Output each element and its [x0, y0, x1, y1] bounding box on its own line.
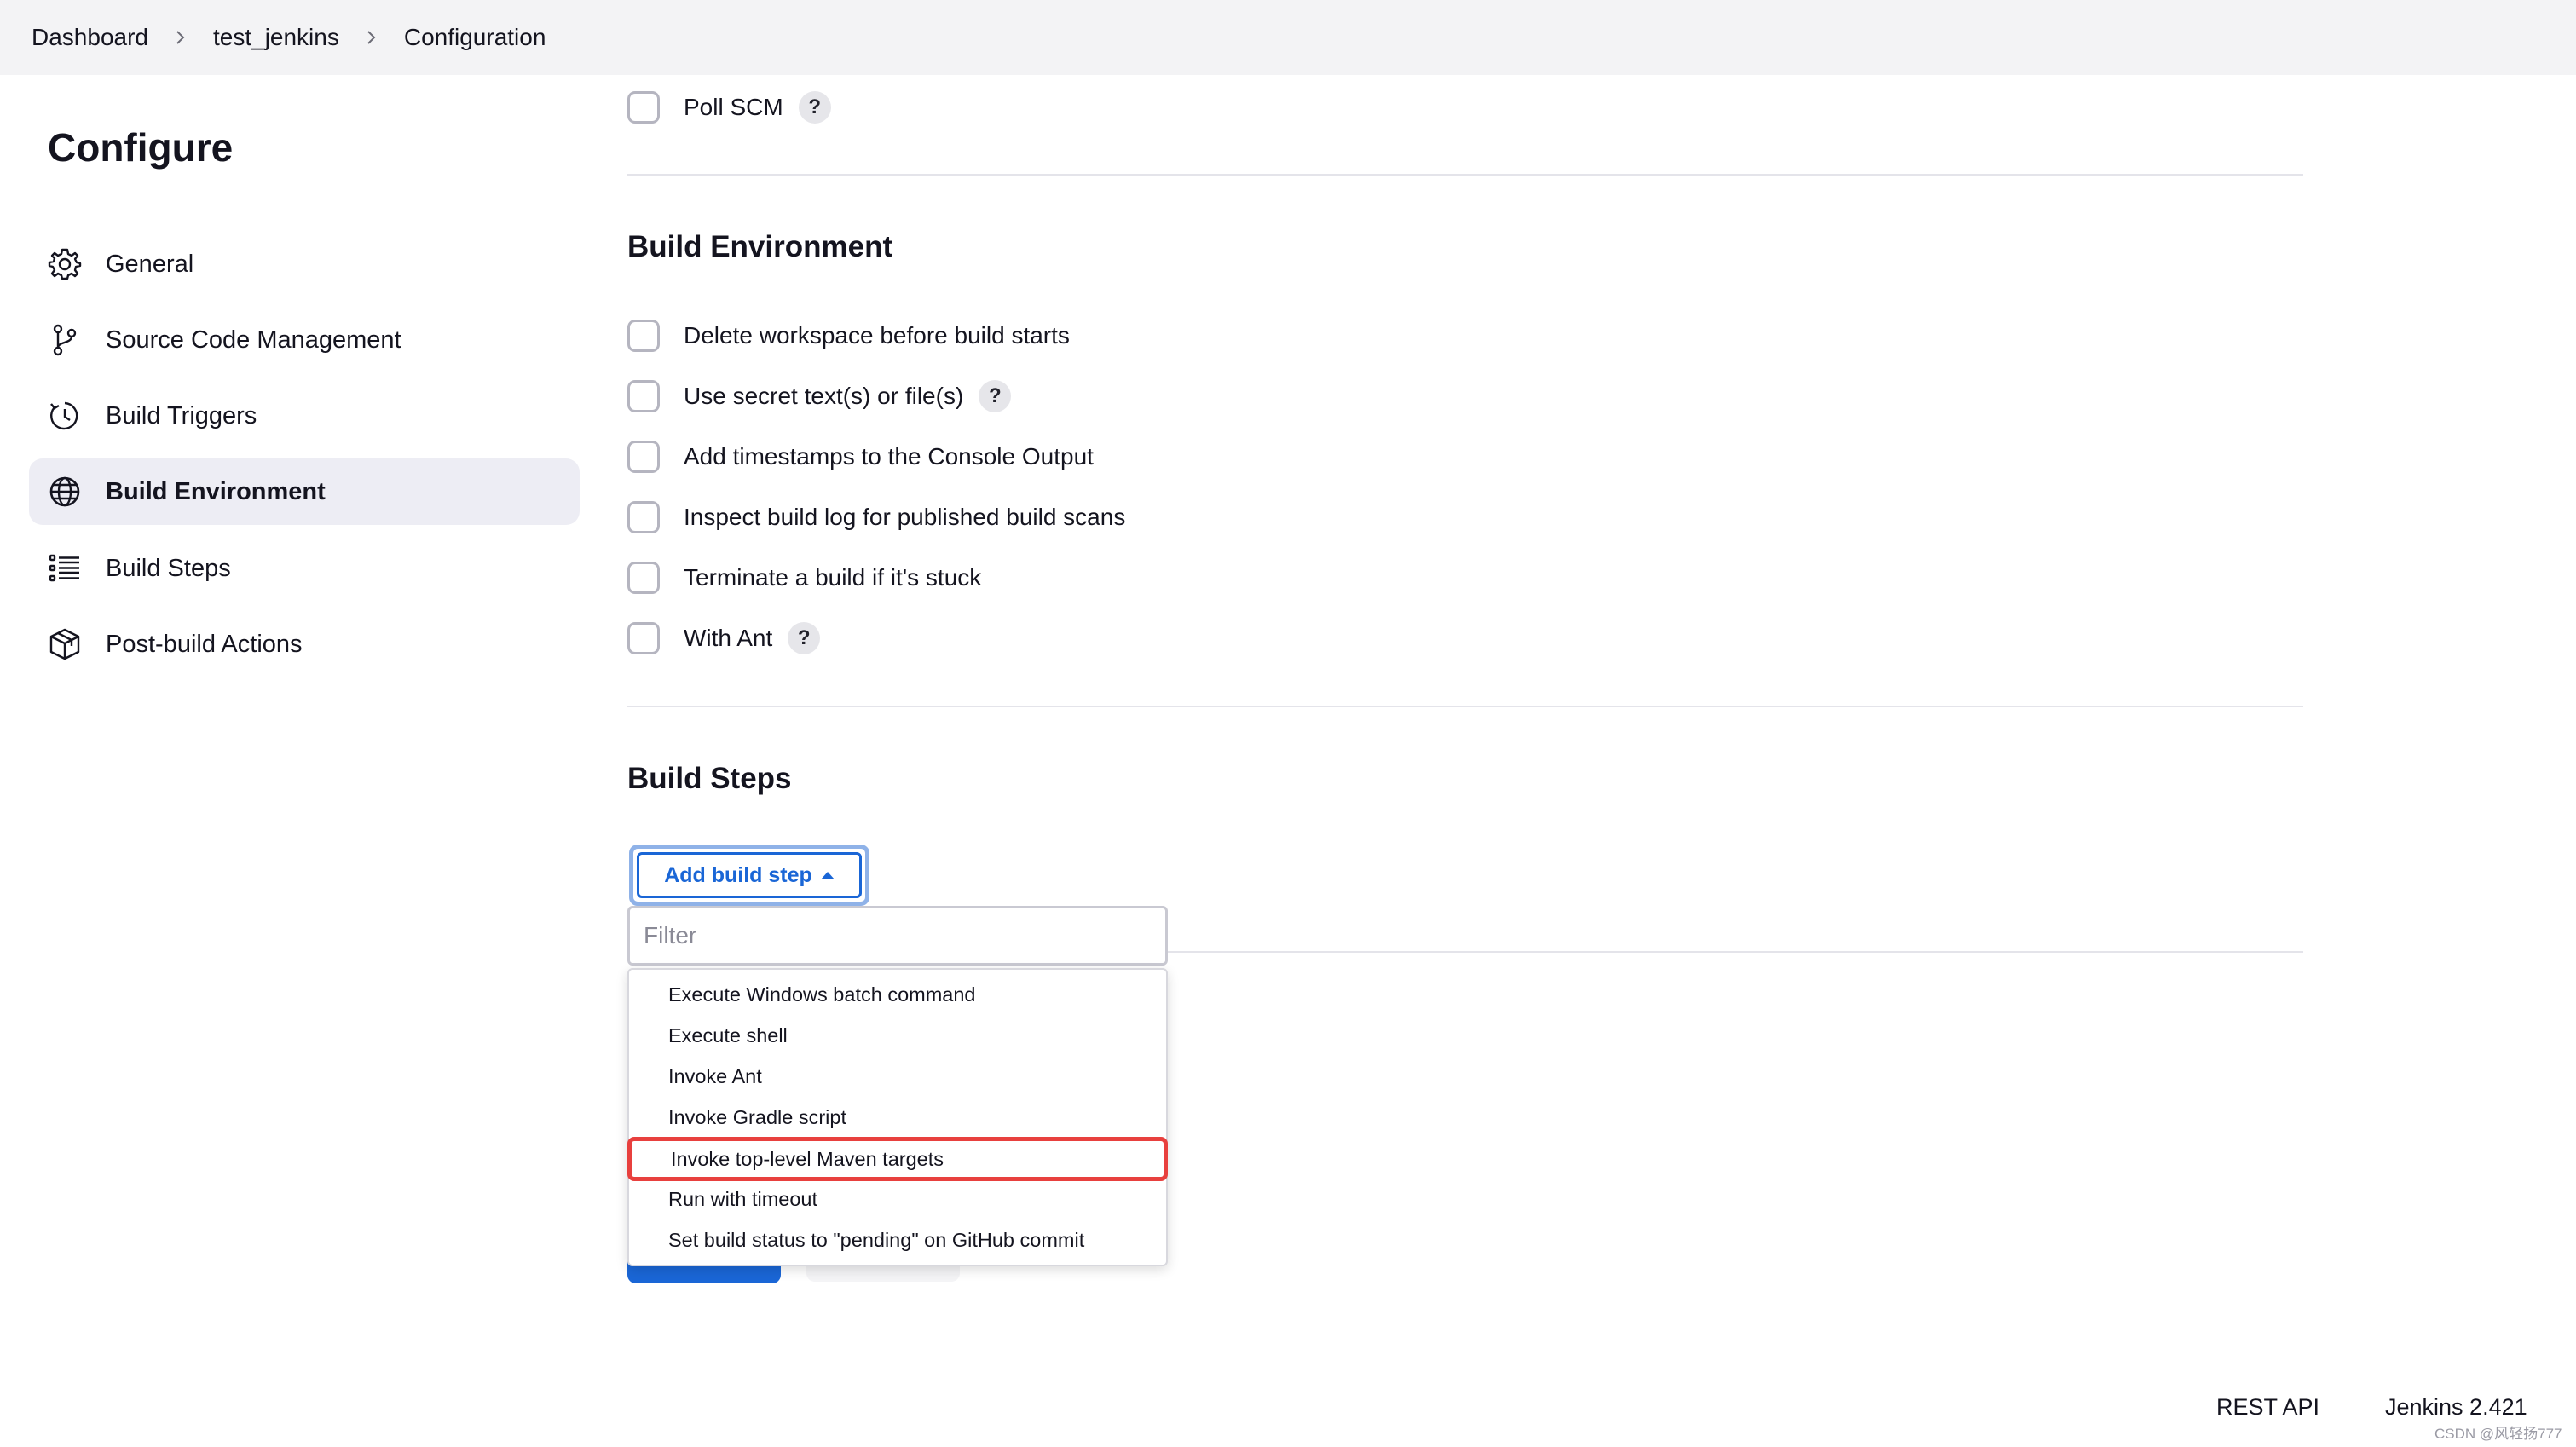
sidebar-item-build-steps[interactable]: Build Steps	[29, 535, 580, 602]
breadcrumb-job[interactable]: test_jenkins	[213, 24, 339, 51]
section-title-build-steps: Build Steps	[627, 762, 792, 795]
option-add-timestamps: Add timestamps to the Console Output	[627, 438, 1094, 476]
section-divider	[627, 174, 2303, 176]
sidebar-item-label: Post-build Actions	[106, 630, 303, 658]
sidebar-item-build-environment[interactable]: Build Environment	[29, 458, 580, 525]
sidebar-item-label: General	[106, 250, 194, 278]
jenkins-version[interactable]: Jenkins 2.421	[2385, 1394, 2527, 1421]
menu-item-run-with-timeout[interactable]: Run with timeout	[629, 1179, 1166, 1219]
option-delete-workspace: Delete workspace before build starts	[627, 317, 1070, 355]
inspect-build-log-checkbox[interactable]	[627, 501, 660, 533]
section-title-build-environment: Build Environment	[627, 230, 893, 263]
sidebar-item-general[interactable]: General	[29, 231, 580, 297]
delete-workspace-checkbox[interactable]	[627, 320, 660, 352]
sidebar-item-source-code-management[interactable]: Source Code Management	[29, 307, 580, 373]
help-icon[interactable]: ?	[798, 91, 831, 124]
clock-icon	[48, 399, 82, 433]
option-label: With Ant	[684, 625, 773, 651]
menu-item-invoke-gradle[interactable]: Invoke Gradle script	[629, 1098, 1166, 1137]
add-build-step-button[interactable]: Add build step	[637, 852, 862, 898]
section-divider	[627, 706, 2303, 707]
use-secret-checkbox[interactable]	[627, 380, 660, 412]
caret-up-icon	[820, 871, 835, 879]
breadcrumb-dashboard[interactable]: Dashboard	[32, 24, 148, 51]
poll-scm-checkbox[interactable]	[627, 91, 660, 124]
add-timestamps-checkbox[interactable]	[627, 441, 660, 473]
with-ant-checkbox[interactable]	[627, 622, 660, 654]
package-icon	[48, 627, 82, 661]
apply-button[interactable]	[806, 1265, 960, 1282]
rest-api-link[interactable]: REST API	[2216, 1394, 2319, 1421]
chevron-right-icon	[164, 30, 198, 45]
option-terminate-stuck: Terminate a build if it's stuck	[627, 559, 981, 597]
terminate-stuck-checkbox[interactable]	[627, 562, 660, 594]
breadcrumb-configuration[interactable]: Configuration	[404, 24, 546, 51]
option-label: Delete workspace before build starts	[684, 322, 1070, 349]
help-icon[interactable]: ?	[788, 622, 821, 654]
option-label: Use secret text(s) or file(s)	[684, 383, 964, 409]
sidebar-item-label: Build Environment	[106, 477, 326, 505]
option-inspect-build-log: Inspect build log for published build sc…	[627, 499, 1125, 536]
sidebar-item-label: Build Steps	[106, 554, 231, 582]
sidebar-item-post-build-actions[interactable]: Post-build Actions	[29, 611, 580, 677]
branch-icon	[48, 323, 82, 357]
menu-item-execute-windows-batch[interactable]: Execute Windows batch command	[629, 975, 1166, 1014]
globe-icon	[48, 475, 82, 509]
sidebar-item-build-triggers[interactable]: Build Triggers	[29, 383, 580, 449]
page-title: Configure	[48, 125, 234, 170]
build-step-menu: Execute Windows batch command Execute sh…	[627, 968, 1168, 1266]
menu-item-execute-shell[interactable]: Execute shell	[629, 1016, 1166, 1055]
help-icon[interactable]: ?	[979, 380, 1012, 412]
chevron-right-icon	[355, 30, 389, 45]
menu-item-invoke-maven[interactable]: Invoke top-level Maven targets	[627, 1137, 1168, 1181]
breadcrumb: Dashboard test_jenkins Configuration	[0, 0, 2576, 75]
option-label: Terminate a build if it's stuck	[684, 564, 982, 591]
watermark: CSDN @风轻扬777	[2434, 1426, 2562, 1442]
menu-item-invoke-ant[interactable]: Invoke Ant	[629, 1057, 1166, 1096]
option-label: Poll SCM	[684, 94, 783, 120]
option-poll-scm: Poll SCM ?	[627, 89, 831, 126]
sidebar-item-label: Source Code Management	[106, 326, 401, 354]
option-label: Add timestamps to the Console Output	[684, 443, 1094, 470]
sidebar-item-label: Build Triggers	[106, 401, 257, 429]
option-with-ant: With Ant ?	[627, 620, 821, 657]
list-icon	[48, 551, 82, 585]
gear-icon	[48, 247, 82, 281]
filter-input[interactable]	[627, 906, 1168, 966]
option-label: Inspect build log for published build sc…	[684, 504, 1126, 530]
menu-item-set-build-status[interactable]: Set build status to "pending" on GitHub …	[629, 1220, 1166, 1260]
option-use-secret: Use secret text(s) or file(s) ?	[627, 378, 1012, 415]
add-build-step-label: Add build step	[664, 862, 812, 887]
